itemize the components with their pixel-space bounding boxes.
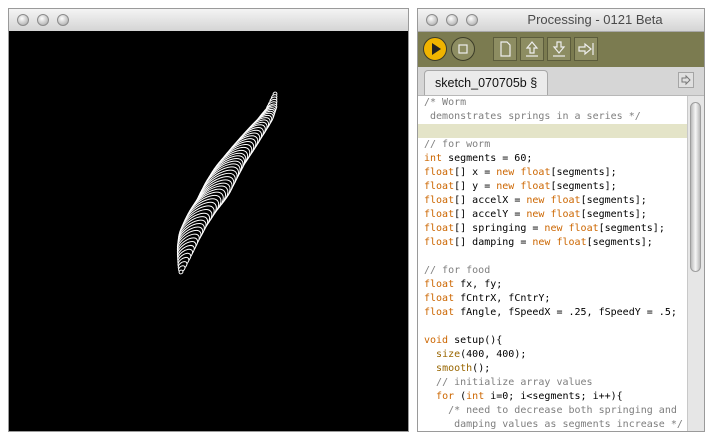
close-window-button[interactable] (17, 14, 29, 26)
stop-button[interactable] (451, 37, 475, 61)
code-line[interactable]: /* Worm (418, 96, 688, 110)
sketch-window (8, 8, 409, 432)
run-button[interactable] (423, 37, 447, 61)
code-line[interactable] (418, 320, 688, 334)
zoom-window-button[interactable] (57, 14, 69, 26)
code-line[interactable]: /* need to decrease both springing and (418, 404, 688, 418)
code-text[interactable]: /* Worm demonstrates springs in a series… (418, 96, 688, 431)
code-line[interactable]: float[] x = new float[segments]; (418, 166, 688, 180)
code-line[interactable] (418, 250, 688, 264)
open-arrow-up-icon (525, 41, 539, 57)
code-line[interactable]: smooth(); (418, 362, 688, 376)
code-line[interactable]: // for worm (418, 138, 688, 152)
scrollbar-thumb[interactable] (690, 102, 701, 272)
pde-window: Processing - 0121 Beta sketch_070705b § … (417, 8, 705, 432)
code-line[interactable]: float[] accelX = new float[segments]; (418, 194, 688, 208)
play-icon (432, 43, 441, 55)
save-arrow-down-icon (552, 41, 566, 57)
code-line[interactable] (418, 124, 688, 138)
code-line[interactable]: float fCntrX, fCntrY; (418, 292, 688, 306)
zoom-window-button[interactable] (466, 14, 478, 26)
worm-drawing (176, 91, 278, 275)
tab-sketch[interactable]: sketch_070705b § (424, 70, 549, 95)
code-line[interactable]: float fAngle, fSpeedX = .25, fSpeedY = .… (418, 306, 688, 320)
tab-menu-button[interactable] (678, 72, 694, 88)
code-line[interactable]: void setup(){ (418, 334, 688, 348)
save-button[interactable] (547, 37, 571, 61)
code-line[interactable]: // initialize array values (418, 376, 688, 390)
code-line[interactable]: demonstrates springs in a series */ (418, 110, 688, 124)
sketch-canvas[interactable] (9, 31, 408, 431)
close-window-button[interactable] (426, 14, 438, 26)
code-line[interactable]: float[] accelY = new float[segments]; (418, 208, 688, 222)
pde-titlebar[interactable]: Processing - 0121 Beta (418, 9, 704, 32)
code-line[interactable]: damping values as segments increase */ (418, 418, 688, 431)
code-line[interactable]: float fx, fy; (418, 278, 688, 292)
minimize-window-button[interactable] (37, 14, 49, 26)
code-line[interactable]: float[] springing = new float[segments]; (418, 222, 688, 236)
code-line[interactable]: float[] damping = new float[segments]; (418, 236, 688, 250)
new-file-icon (500, 41, 511, 57)
stop-icon (458, 44, 468, 54)
sketch-titlebar[interactable] (9, 9, 408, 32)
code-editor[interactable]: /* Worm demonstrates springs in a series… (418, 96, 688, 431)
pde-window-title: Processing - 0121 Beta (527, 12, 663, 27)
open-button[interactable] (520, 37, 544, 61)
export-arrow-right-icon (578, 42, 594, 56)
toolbar (418, 32, 704, 67)
arrow-right-icon (681, 74, 691, 86)
code-line[interactable]: for (int i=0; i<segments; i++){ (418, 390, 688, 404)
new-button[interactable] (493, 37, 517, 61)
code-line[interactable]: int segments = 60; (418, 152, 688, 166)
code-line[interactable]: size(400, 400); (418, 348, 688, 362)
export-button[interactable] (574, 37, 598, 61)
code-line[interactable]: float[] y = new float[segments]; (418, 180, 688, 194)
minimize-window-button[interactable] (446, 14, 458, 26)
tab-bar: sketch_070705b § (418, 67, 704, 96)
code-line[interactable]: // for food (418, 264, 688, 278)
editor-scrollbar[interactable] (687, 96, 704, 431)
